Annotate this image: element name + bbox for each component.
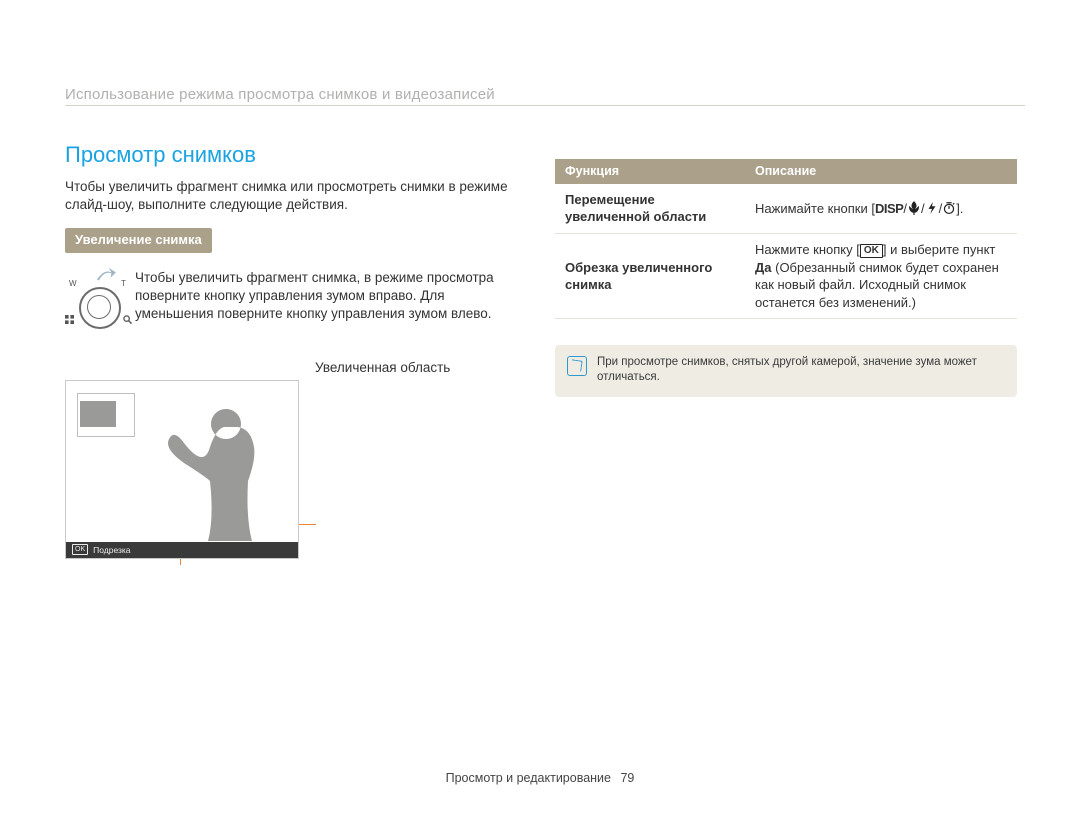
right-column: Функция Описание Перемещение увеличенной… [555,159,1017,397]
footer-section: Просмотр и редактирование [446,771,611,785]
th-description: Описание [745,159,1017,184]
note-text: При просмотре снимков, снятых другой кам… [597,355,1005,385]
table-row: Перемещение увеличенной области Нажимайт… [555,184,1017,234]
dial-w-label: W [69,279,77,290]
cell-func-crop: Обрезка увеличенного снимка [555,233,745,318]
subheading-zoom: Увеличение снимка [65,228,212,253]
dial-t-label: T [121,279,126,290]
ok-button-icon: OK [860,244,883,258]
th-function: Функция [555,159,745,184]
zoom-dial-icon: W T [65,267,135,337]
manual-page: Использование режима просмотра снимков и… [0,0,1080,815]
intro-text: Чтобы увеличить фрагмент снимка или прос… [65,178,520,214]
dial-zoomout-icon [65,315,74,328]
note-box: При просмотре снимков, снятых другой кам… [555,345,1017,397]
callout-label-zoomed-area: Увеличенная область [65,359,520,377]
preview-thumb-highlight [80,401,116,427]
section-title: Просмотр снимков [65,140,520,170]
note-icon [567,356,587,376]
zoom-row: W T Чтобы увеличить фрагмент снимка, в р… [65,267,520,337]
table-row: Обрезка увеличенного снимка Нажмите кноп… [555,233,1017,318]
left-column: Просмотр снимков Чтобы увеличить фрагмен… [65,140,520,559]
header-rule [65,105,1025,106]
preview-footer-bar: OK Подрезка [66,542,298,558]
preview-illustration: OK Подрезка [65,380,299,559]
cell-desc-crop: Нажмите кнопку [OK] и выберите пункт Да … [745,233,1017,318]
flash-icon [925,201,939,215]
page-footer: Просмотр и редактирование 79 [0,770,1080,787]
ok-badge-icon: OK [72,544,88,555]
dial-inner-circle [87,295,111,319]
dial-zoomin-icon [123,315,132,328]
zoom-instruction-text: Чтобы увеличить фрагмент снимка, в режим… [135,267,520,324]
child-silhouette-icon [166,399,276,541]
timer-icon [942,201,956,215]
preview-footer-text: Подрезка [93,542,130,558]
option-yes: Да [755,260,772,275]
footer-page-number: 79 [620,771,634,785]
cell-func-move: Перемещение увеличенной области [555,184,745,234]
table-header-row: Функция Описание [555,159,1017,184]
macro-icon [907,201,921,215]
disp-button-icon: DISP [875,201,903,216]
cell-desc-move: Нажимайте кнопки [DISP///]. [745,184,1017,234]
function-table: Функция Описание Перемещение увеличенной… [555,159,1017,319]
header-breadcrumb: Использование режима просмотра снимков и… [65,85,495,105]
arrow-right-icon [95,267,117,285]
